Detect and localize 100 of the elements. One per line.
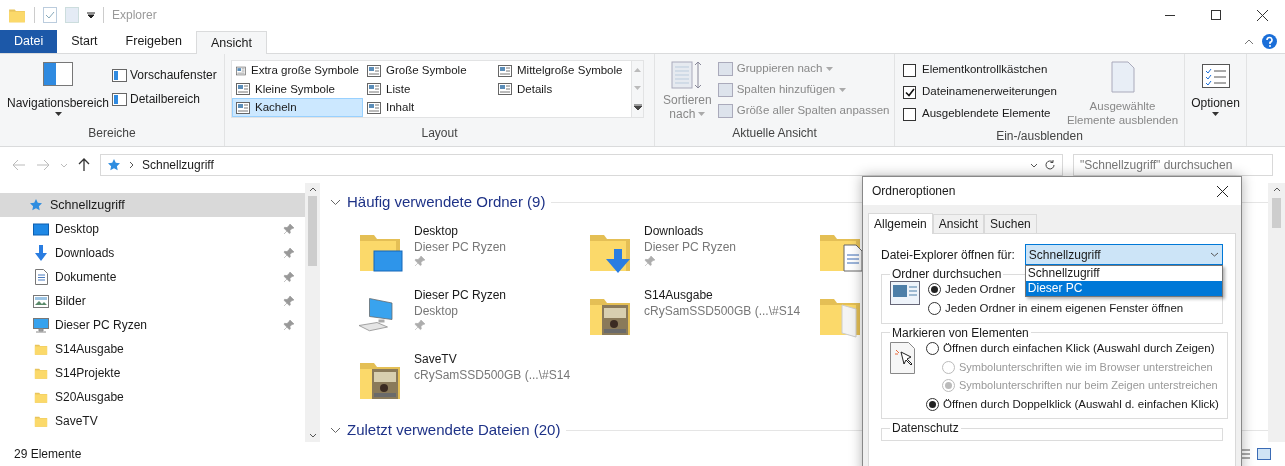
scrollbar[interactable] [1268,183,1285,442]
radio-button[interactable] [928,302,941,316]
view-layout-icon [236,101,250,114]
layout-option[interactable]: Mittelgroße Symbole [494,61,631,80]
window-icon [890,281,920,305]
pin-icon[interactable] [283,319,295,331]
forward-arrow-icon[interactable] [36,159,50,171]
pin-icon[interactable] [283,247,295,259]
scroll-up-icon[interactable] [308,187,317,192]
layout-option[interactable]: Extra große Symbole [232,61,363,80]
chevron-right-icon[interactable] [129,161,134,169]
collapse-ribbon-icon[interactable] [1244,38,1254,45]
dialog-title: Ordneroptionen [872,183,956,200]
nav-item[interactable]: Schnellzugriff [0,193,305,217]
up-arrow-icon[interactable] [78,158,90,172]
checkbox[interactable] [903,63,916,77]
radio-button[interactable] [926,341,939,355]
dropdown-arrow-icon[interactable] [87,11,95,19]
search-field[interactable]: "Schnellzugriff" durchsuchen [1073,154,1273,176]
section-heading[interactable]: Häufig verwendete Ordner (9) [347,190,546,214]
checkbox[interactable] [903,85,916,99]
dropdown-option[interactable]: Dieser PC [1025,281,1222,296]
properties-icon[interactable] [43,7,57,23]
dialog-tab[interactable]: Allgemein [868,213,933,234]
caret-icon [839,88,847,92]
collapse-chevron-icon[interactable] [330,198,341,206]
tile-name[interactable]: Downloads [644,223,704,239]
breadcrumb-item[interactable]: Schnellzugriff [142,156,214,174]
nav-item[interactable]: Dokumente [0,265,305,289]
radio-button[interactable] [926,397,939,411]
checkbox[interactable] [903,107,916,121]
ribbon-tab[interactable]: Freigeben [111,30,196,53]
back-arrow-icon[interactable] [12,159,26,171]
layout-option[interactable]: Liste [363,79,494,99]
document-cursor-icon [890,339,918,374]
group-label: Bereiche [87,125,137,142]
dropdown-option[interactable]: Schnellzugriff [1025,266,1222,281]
collapse-chevron-icon[interactable] [330,426,341,434]
pin-icon[interactable] [283,295,295,307]
checkbox-label: Dateinamenerweiterungen [922,84,1057,100]
view-layout-icon [236,64,246,77]
large-icons-view-icon[interactable] [1257,448,1271,460]
group-label: Ein-/ausblenden [995,128,1084,145]
view-layout-icon [367,83,381,96]
nav-item[interactable]: Dieser PC Ryzen [0,313,305,337]
ribbon-tab[interactable]: Ansicht [195,31,267,54]
layout-option[interactable]: Große Symbole [363,61,494,80]
group-title: Datenschutz [891,421,960,435]
nav-item[interactable]: Downloads [0,241,305,265]
layout-option[interactable]: Kacheln [232,98,363,118]
layout-option[interactable]: Kleine Symbole [232,79,363,99]
nav-label: SaveTV [55,413,98,430]
view-layout-icon [367,64,381,77]
recent-locations-icon[interactable] [60,162,68,168]
nav-item[interactable]: S20Ausgabe [0,385,305,409]
scroll-thumb[interactable] [1272,198,1281,228]
monitor-icon [33,317,49,333]
close-icon [1216,185,1228,197]
pin-icon[interactable] [283,271,295,283]
tile-name[interactable]: Desktop [414,223,459,239]
tile-name[interactable]: S14Ausgabe [644,287,713,303]
scroll-thumb[interactable] [308,196,317,266]
options-button[interactable]: Optionen [1185,54,1246,116]
radio-button[interactable] [928,283,941,297]
nav-label: Dokumente [55,269,117,286]
document-icon [1110,61,1135,93]
scrollbar[interactable] [305,183,320,442]
navigation-pane-button[interactable]: Navigationsbereich [8,62,108,116]
pane-icon [112,68,127,82]
close-icon [1256,9,1268,21]
refresh-icon[interactable] [1044,159,1056,171]
checkbox-label: Elementkontrollkästchen [922,62,1048,78]
window-title: Explorer [112,7,157,24]
pin-icon[interactable] [414,255,426,267]
nav-item[interactable]: S14Projekte [0,361,305,385]
address-field[interactable]: Schnellzugriff [100,154,1063,176]
scroll-down-icon[interactable] [308,433,317,438]
dialog-tab[interactable]: Ansicht [932,214,985,233]
dialog-tab[interactable]: Suchen [984,214,1037,233]
pin-icon[interactable] [644,255,656,267]
scroll-up-icon[interactable] [1272,187,1281,192]
tile-name[interactable]: SaveTV [414,351,457,367]
pin-icon[interactable] [414,319,426,331]
download-arrow-icon [34,245,48,261]
layout-option[interactable]: Details [494,79,631,99]
section-heading[interactable]: Zuletzt verwendete Dateien (20) [347,418,561,442]
nav-item[interactable]: Bilder [0,289,305,313]
pane-toggle-button[interactable]: Vorschaufenster [112,66,217,84]
help-icon[interactable] [1262,34,1277,49]
more-options-icon[interactable] [633,104,642,110]
ribbon-tab[interactable]: Datei [0,30,58,53]
pane-toggle-button[interactable]: Detailbereich [112,90,217,108]
nav-item[interactable]: Desktop [0,217,305,241]
layout-option[interactable]: Inhalt [363,98,494,118]
nav-item[interactable]: SaveTV [0,409,305,433]
nav-label: S14Ausgabe [55,341,124,358]
tile-name[interactable]: Dieser PC Ryzen [414,287,507,303]
ribbon-tab[interactable]: Start [57,30,112,53]
pin-icon[interactable] [283,223,295,235]
nav-item[interactable]: S14Ausgabe [0,337,305,361]
